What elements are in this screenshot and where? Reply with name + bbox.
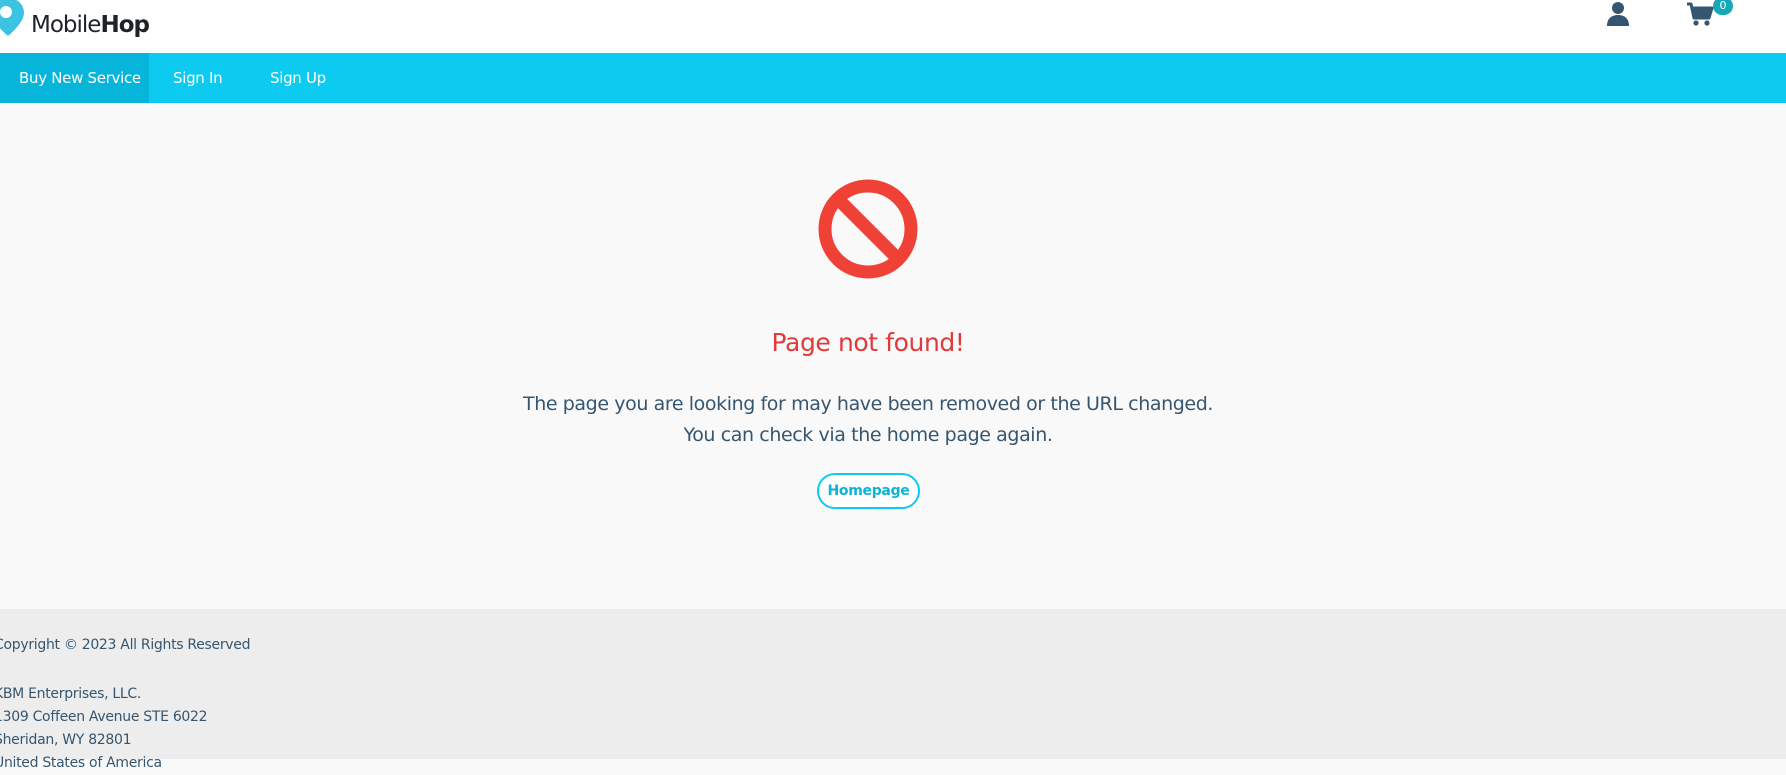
error-message: The page you are looking for may have be…: [0, 389, 1736, 451]
logo-pin-icon: [0, 0, 24, 36]
nav-sign-up[interactable]: Sign Up: [246, 53, 350, 103]
nav-sign-in[interactable]: Sign In: [149, 53, 246, 103]
footer-address-line: 1309 Coffeen Avenue STE 6022: [0, 709, 208, 725]
main-nav: Buy New Service Sign In Sign Up: [0, 53, 1786, 103]
top-header: MobileHop 0: [0, 0, 1786, 53]
user-icon: [1607, 2, 1629, 26]
footer-address-line: United States of America: [0, 755, 162, 771]
logo-text-bold: Hop: [100, 12, 150, 38]
cart-icon: [1687, 2, 1714, 26]
error-content: Page not found! The page you are looking…: [0, 103, 1786, 609]
footer: Copyright © 2023 All Rights Reserved KBM…: [0, 609, 1786, 771]
nav-buy-new-service[interactable]: Buy New Service: [0, 53, 149, 103]
error-message-line-2: You can check via the home page again.: [683, 424, 1053, 446]
user-account-button[interactable]: [1604, 0, 1632, 28]
footer-address: KBM Enterprises, LLC. 1309 Coffeen Avenu…: [0, 683, 208, 775]
homepage-button[interactable]: Homepage: [817, 473, 920, 509]
cart-count-badge: 0: [1713, 0, 1733, 15]
logo-text: MobileHop: [31, 12, 150, 38]
error-message-line-1: The page you are looking for may have be…: [522, 393, 1214, 415]
footer-copyright: Copyright © 2023 All Rights Reserved: [0, 637, 251, 653]
error-title: Page not found!: [771, 328, 965, 357]
footer-address-line: KBM Enterprises, LLC.: [0, 686, 142, 702]
footer-address-line: Sheridan, WY 82801: [0, 732, 132, 748]
cart-button[interactable]: 0: [1686, 0, 1733, 30]
prohibited-icon: [818, 179, 918, 279]
logo-text-thin: Mobile: [31, 12, 101, 38]
